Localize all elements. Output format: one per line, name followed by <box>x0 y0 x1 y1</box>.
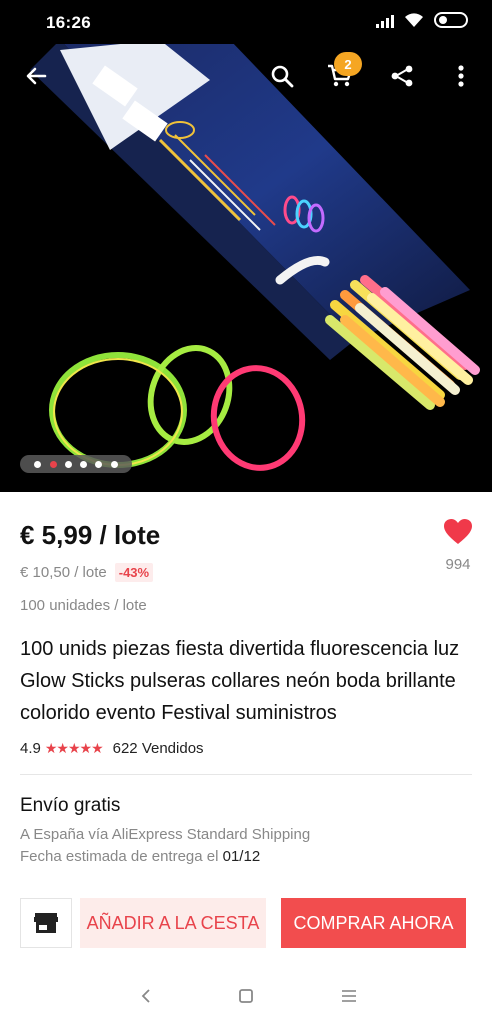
buy-now-button[interactable]: COMPRAR AHORA <box>281 898 466 948</box>
gallery-indicator <box>20 455 132 473</box>
cart-count-badge: 2 <box>334 52 362 76</box>
image-toolbar <box>0 40 492 112</box>
wishlist-count: 994 <box>445 556 471 573</box>
signal-icon <box>376 12 394 28</box>
heart-icon <box>444 519 472 544</box>
sold-count: 622 Vendidos <box>112 740 204 757</box>
delivery-date: 01/12 <box>222 848 261 865</box>
gallery-dot[interactable] <box>110 460 118 468</box>
gallery-dot-active[interactable] <box>49 460 57 468</box>
add-to-cart-button[interactable]: AÑADIR A LA CESTA <box>80 898 266 948</box>
unit-note: 100 unidades / lote <box>20 597 147 614</box>
divider <box>20 774 472 775</box>
delivery-estimate: Fecha estimada de entrega el 01/12 <box>20 848 260 865</box>
battery-icon <box>434 12 468 28</box>
shipping-method: A España vía AliExpress Standard Shippin… <box>20 826 311 843</box>
gallery-dot[interactable] <box>34 460 42 468</box>
shipping-title[interactable]: Envío gratis <box>20 795 120 817</box>
rating-value: 4.9 <box>20 740 41 757</box>
nav-back-icon[interactable] <box>134 984 158 1008</box>
back-arrow-icon[interactable] <box>18 58 54 94</box>
share-icon[interactable] <box>384 58 420 94</box>
price: € 5,99 / lote <box>20 520 161 550</box>
status-icons <box>376 12 468 28</box>
product-title: 100 unids piezas fiesta divertida fluore… <box>20 638 460 724</box>
status-time: 16:26 <box>46 13 91 32</box>
system-nav-bar <box>0 970 492 1024</box>
store-icon <box>34 913 58 933</box>
gallery-dot[interactable] <box>64 460 72 468</box>
discount-badge: -43% <box>114 563 154 582</box>
status-bar: 16:26 <box>0 0 492 44</box>
original-price: € 10,50 / lote <box>20 564 107 581</box>
rating-stars: ★★★★★ <box>44 740 104 756</box>
wishlist-button[interactable]: 994 <box>438 518 478 573</box>
search-icon[interactable] <box>264 58 300 94</box>
gallery-dot[interactable] <box>95 460 103 468</box>
nav-home-icon[interactable] <box>234 984 258 1008</box>
original-price-row: € 10,50 / lote -43% <box>20 563 154 582</box>
delivery-prefix: Fecha estimada de entrega el <box>20 848 223 865</box>
store-button[interactable] <box>20 898 72 948</box>
more-vertical-icon[interactable] <box>443 58 479 94</box>
nav-menu-icon[interactable] <box>337 984 361 1008</box>
rating-row[interactable]: 4.9 ★★★★★ 622 Vendidos <box>20 740 204 757</box>
gallery-dot[interactable] <box>80 460 88 468</box>
wifi-icon <box>405 13 423 27</box>
